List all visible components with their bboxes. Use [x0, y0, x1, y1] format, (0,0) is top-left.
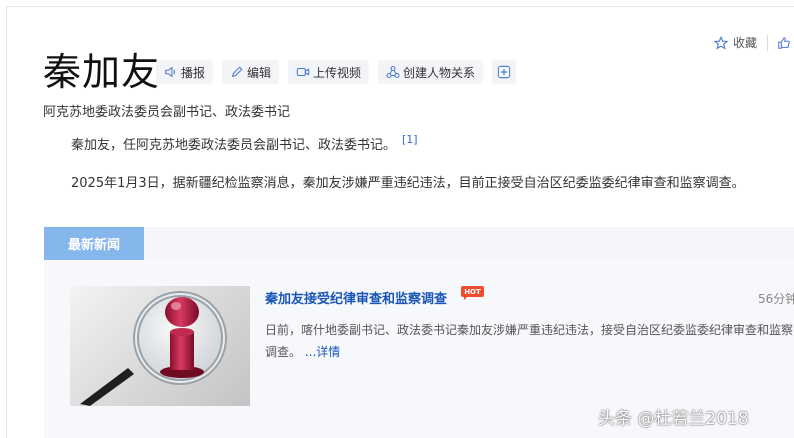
- edit-label: 编辑: [247, 65, 272, 80]
- magnifier-stamp-image: [80, 291, 227, 406]
- upload-video-label: 上传视频: [313, 65, 362, 80]
- details-link[interactable]: ...详情: [305, 345, 340, 359]
- subtitle: 阿克苏地委政法委员会副书记、政法委书记: [43, 105, 291, 120]
- broadcast-button[interactable]: 播报: [156, 60, 214, 84]
- news-section-header: 最新新闻: [44, 227, 794, 260]
- add-button[interactable]: [492, 60, 517, 84]
- page-title: 秦加友: [43, 50, 161, 94]
- news-title-link[interactable]: 秦加友接受纪律审查和监察调查: [265, 288, 447, 307]
- thumbs-up-icon[interactable]: [777, 36, 791, 50]
- broadcast-label: 播报: [181, 65, 206, 80]
- create-relation-label: 创建人物关系: [403, 65, 476, 80]
- divider: [767, 34, 769, 51]
- relation-icon: [386, 65, 400, 79]
- news-summary: 日前，喀什地委副书记、政法委书记秦加友涉嫌严重违纪违法，接受自治区纪委监委纪律审…: [265, 319, 794, 365]
- tab-latest-news[interactable]: 最新新闻: [44, 227, 144, 260]
- edit-button[interactable]: 编辑: [222, 60, 280, 84]
- intro-paragraph: 秦加友，任阿克苏地委政法委员会副书记、政法委书记。 [1]: [71, 133, 418, 153]
- video-icon: [296, 67, 310, 77]
- speaker-icon: [165, 66, 176, 78]
- favorite-button[interactable]: 收藏: [733, 34, 757, 51]
- reference-link[interactable]: [1]: [402, 133, 418, 146]
- hot-badge: HOT: [461, 286, 484, 300]
- watermark: 头条 @杜若兰2018: [598, 409, 749, 429]
- news-time: 56分钟: [758, 292, 794, 306]
- plus-icon: [497, 65, 511, 79]
- pencil-icon: [231, 66, 243, 78]
- news-summary-text: 日前，喀什地委副书记、政法委书记秦加友涉嫌严重违纪违法，接受自治区纪委监委纪律审…: [265, 323, 794, 359]
- star-icon[interactable]: [714, 35, 728, 50]
- create-relation-button[interactable]: 创建人物关系: [378, 60, 484, 84]
- news-paragraph: 2025年1月3日，据新疆纪检监察消息，秦加友涉嫌严重违纪违法，目前正接受自治区…: [71, 176, 745, 191]
- top-actions: 收藏: [714, 34, 791, 51]
- intro-text: 秦加友，任阿克苏地委政法委员会副书记、政法委书记。: [71, 138, 397, 153]
- news-thumbnail[interactable]: [70, 286, 250, 406]
- toolbar: 播报 编辑 上传视频 创建人物关系: [156, 60, 517, 84]
- upload-video-button[interactable]: 上传视频: [288, 60, 370, 84]
